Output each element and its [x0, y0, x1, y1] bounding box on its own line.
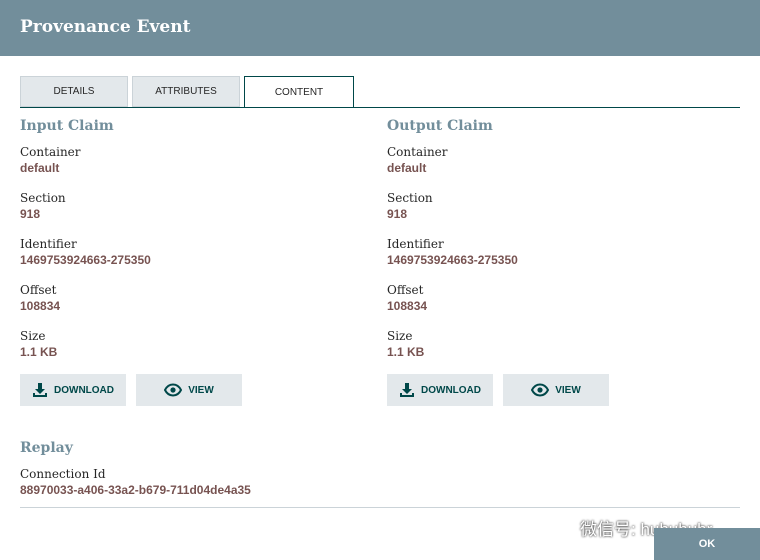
container-value: default	[387, 161, 427, 175]
input-view-button[interactable]: VIEW	[136, 374, 242, 406]
view-label: VIEW	[555, 384, 581, 396]
download-icon	[32, 382, 48, 398]
input-identifier-field: Identifier 1469753924663-275350	[20, 236, 320, 268]
output-view-button[interactable]: VIEW	[503, 374, 609, 406]
replay-section: Replay Connection Id 88970033-a406-33a2-…	[20, 440, 740, 512]
container-value: default	[20, 161, 60, 175]
connection-id-value: 88970033-a406-33a2-b679-711d04de4a35	[20, 483, 251, 497]
input-container-field: Container default	[20, 144, 320, 176]
output-claim-title: Output Claim	[387, 118, 493, 134]
download-label: DOWNLOAD	[421, 384, 481, 396]
size-value: 1.1 KB	[20, 345, 58, 359]
identifier-value: 1469753924663-275350	[20, 253, 151, 267]
identifier-value: 1469753924663-275350	[387, 253, 518, 267]
download-label: DOWNLOAD	[54, 384, 114, 396]
section-label: Section	[20, 191, 66, 205]
output-identifier-field: Identifier 1469753924663-275350	[387, 236, 687, 268]
offset-label: Offset	[387, 283, 424, 297]
size-label: Size	[20, 329, 46, 343]
size-label: Size	[387, 329, 413, 343]
output-container-field: Container default	[387, 144, 687, 176]
tab-baseline	[20, 107, 740, 108]
section-label: Section	[387, 191, 433, 205]
input-section-field: Section 918	[20, 190, 320, 222]
output-claim-panel: Output Claim Container default Section 9…	[387, 118, 687, 406]
input-claim-actions: DOWNLOAD VIEW	[20, 374, 320, 406]
container-label: Container	[20, 145, 81, 159]
tab-bar: DETAILS ATTRIBUTES CONTENT	[20, 76, 740, 108]
input-size-field: Size 1.1 KB	[20, 328, 320, 360]
download-icon	[399, 382, 415, 398]
identifier-label: Identifier	[387, 237, 444, 251]
dialog-header: Provenance Event	[0, 0, 760, 56]
section-value: 918	[20, 207, 41, 221]
input-claim-title: Input Claim	[20, 118, 114, 134]
size-value: 1.1 KB	[387, 345, 425, 359]
eye-icon	[164, 383, 183, 397]
tab-content[interactable]: CONTENT	[244, 76, 354, 108]
input-claim-panel: Input Claim Container default Section 91…	[20, 118, 320, 406]
dialog-title: Provenance Event	[20, 17, 191, 37]
offset-value: 108834	[20, 299, 61, 313]
output-size-field: Size 1.1 KB	[387, 328, 687, 360]
replay-title: Replay	[20, 440, 73, 456]
ok-button[interactable]: OK	[654, 528, 760, 560]
output-section-field: Section 918	[387, 190, 687, 222]
eye-icon	[531, 383, 550, 397]
input-offset-field: Offset 108834	[20, 282, 320, 314]
wechat-icon	[542, 514, 572, 541]
offset-value: 108834	[387, 299, 428, 313]
input-download-button[interactable]: DOWNLOAD	[20, 374, 126, 406]
output-offset-field: Offset 108834	[387, 282, 687, 314]
view-label: VIEW	[188, 384, 214, 396]
tab-attributes[interactable]: ATTRIBUTES	[132, 76, 240, 107]
output-download-button[interactable]: DOWNLOAD	[387, 374, 493, 406]
container-label: Container	[387, 145, 448, 159]
connection-id-label: Connection Id	[20, 467, 106, 481]
tab-details[interactable]: DETAILS	[20, 76, 128, 107]
offset-label: Offset	[20, 283, 57, 297]
output-claim-actions: DOWNLOAD VIEW	[387, 374, 687, 406]
section-value: 918	[387, 207, 408, 221]
connection-id-field: Connection Id 88970033-a406-33a2-b679-71…	[20, 466, 740, 498]
identifier-label: Identifier	[20, 237, 77, 251]
footer-divider	[20, 507, 740, 508]
